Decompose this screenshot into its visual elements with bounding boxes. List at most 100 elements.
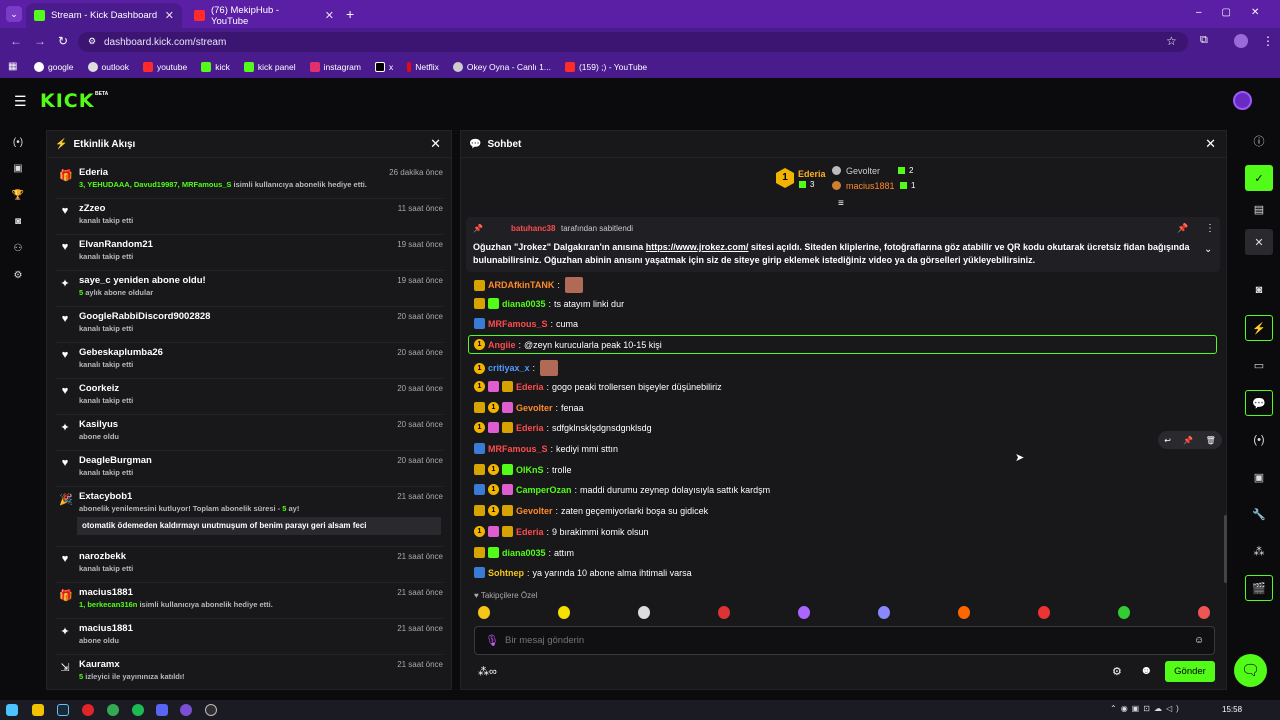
chat-message[interactable]: diana0035: ts atayım linki dur <box>474 298 624 309</box>
chat-message-input[interactable] <box>505 631 1185 650</box>
emote-button[interactable] <box>958 606 970 619</box>
extensions-icon[interactable]: ⧉ <box>1200 34 1208 47</box>
pinned-link[interactable]: https://www.jrokez.com/ <box>646 242 749 252</box>
emote-button[interactable] <box>1198 606 1210 619</box>
close-chat-icon[interactable]: ✕ <box>1205 136 1216 152</box>
steam-icon[interactable] <box>57 704 69 716</box>
activity-user[interactable]: DeagleBurgman <box>79 455 152 466</box>
chat-settings-icon[interactable]: ⚙ <box>1112 665 1122 678</box>
activity-user[interactable]: GoogleRabbiDiscord9002828 <box>79 311 210 322</box>
new-tab-button[interactable]: + <box>346 6 354 22</box>
gifter-rank-3-name[interactable]: macius1881 <box>846 181 895 191</box>
mic-icon[interactable]: 🎙 <box>485 634 499 647</box>
stream-icon[interactable]: (•) <box>10 134 26 150</box>
trophy-icon[interactable]: 🏆 <box>10 187 26 203</box>
activity-user[interactable]: macius1881 <box>79 587 133 598</box>
users-icon[interactable]: ⚇ <box>10 240 26 256</box>
delete-icon[interactable]: 🗑 <box>1206 436 1216 445</box>
emote-button[interactable] <box>1038 606 1050 619</box>
chat-message[interactable]: MRFamous_S: cuma <box>474 318 578 329</box>
chat-username[interactable]: diana0035 <box>502 548 546 558</box>
user-avatar[interactable] <box>1233 91 1252 110</box>
activity-user[interactable]: Ederia <box>79 167 108 178</box>
site-info-icon[interactable]: ⚙ <box>88 36 96 47</box>
activity-user[interactable]: Extacybob1 <box>79 491 132 502</box>
emote-button[interactable] <box>718 606 730 619</box>
chat-username[interactable]: MRFamous_S <box>488 319 548 329</box>
chat-username[interactable]: diana0035 <box>502 299 546 309</box>
chat-message[interactable]: 1 critiyax_x: <box>474 360 559 376</box>
activity-user[interactable]: ElvanRandom21 <box>79 239 153 250</box>
dashboard-icon[interactable]: ▣ <box>10 160 26 176</box>
layout-icon[interactable]: ▤ <box>1245 196 1273 222</box>
chat-message[interactable]: Sohtnep: ya yarında 10 abone alma ihtimal… <box>474 567 692 578</box>
emote-button[interactable] <box>878 606 890 619</box>
activity-user[interactable]: saye_c yeniden abone oldu! <box>79 275 206 286</box>
stream-manager-icon[interactable]: ▣ <box>1245 464 1273 490</box>
bookmark-youtube-2[interactable]: (159) ;) - YouTube <box>564 62 647 72</box>
bookmark-google[interactable]: google <box>34 62 74 72</box>
windows-start-icon[interactable] <box>6 704 18 716</box>
broadcast-icon[interactable]: (•) <box>1245 427 1273 453</box>
activity-user[interactable]: Kasilyus <box>79 419 118 430</box>
spotify-icon[interactable] <box>132 704 144 716</box>
bookmark-youtube[interactable]: youtube <box>142 62 187 72</box>
bookmark-star-icon[interactable]: ☆ <box>1166 34 1177 48</box>
activity-user[interactable]: Gebeskaplumba26 <box>79 347 163 358</box>
tab-search-button[interactable]: ⌄ <box>6 6 22 22</box>
forward-icon[interactable]: → <box>34 34 46 48</box>
expand-leaderboard-icon[interactable]: ≡ <box>838 198 844 209</box>
chat-scrollbar[interactable] <box>1224 515 1227 583</box>
close-activity-icon[interactable]: ✕ <box>430 136 441 152</box>
discord-icon[interactable] <box>156 704 168 716</box>
pin-message-icon[interactable]: 📌 <box>1183 436 1193 445</box>
activity-user[interactable]: zZzeo <box>79 203 105 214</box>
support-chat-icon[interactable]: 🗨 <box>1234 654 1267 687</box>
apps-grid-icon[interactable]: ▦ <box>8 61 17 72</box>
chat-username[interactable]: Gevolter <box>516 403 553 413</box>
bookmark-x[interactable]: x <box>374 62 393 72</box>
obs-icon[interactable] <box>205 704 217 716</box>
clapper-icon[interactable]: 🎬 <box>1245 575 1273 601</box>
reload-icon[interactable]: ↻ <box>58 34 68 48</box>
gifter-rank-2-name[interactable]: Gevolter <box>846 166 880 176</box>
pinned-more-icon[interactable]: ⋮ <box>1205 223 1215 234</box>
share-icon[interactable]: ⁂ <box>1245 538 1273 564</box>
back-icon[interactable]: ← <box>10 34 22 48</box>
file-explorer-icon[interactable] <box>32 704 44 716</box>
chat-message[interactable]: ARDAfkinTANK: <box>474 277 583 293</box>
chat-username[interactable]: Sohtnep <box>488 568 524 578</box>
kick-logo[interactable]: KICK <box>40 90 94 112</box>
chat-toggle-icon[interactable]: 💬 <box>1245 390 1273 416</box>
chat-username[interactable]: Angiie <box>488 340 516 350</box>
close-tab-icon[interactable]: ✕ <box>325 9 334 22</box>
hamburger-menu-icon[interactable]: ☰ <box>14 93 27 110</box>
close-layout-icon[interactable]: ✕ <box>1245 229 1273 255</box>
settings-icon[interactable]: ⚙ <box>10 267 26 283</box>
bookmark-instagram[interactable]: instagram <box>309 62 361 72</box>
chat-username[interactable]: ARDAfkinTANK <box>488 280 554 290</box>
chat-message[interactable]: 1 OlKnS: trolle <box>474 464 572 475</box>
close-tab-icon[interactable]: ✕ <box>165 9 174 22</box>
chat-username[interactable]: critiyax_x <box>488 363 530 373</box>
chat-message[interactable]: 1 Angiie: @zeyn kurucularla peak 10-15 kiş… <box>474 339 662 350</box>
pinned-by-user[interactable]: batuhanc38 <box>511 224 555 233</box>
chat-message[interactable]: diana0035: attım <box>474 547 574 558</box>
unpin-icon[interactable]: 📌 <box>1177 223 1188 234</box>
tab-kick-dashboard[interactable]: Stream - Kick Dashboard ✕ <box>26 3 182 28</box>
chat-username[interactable]: Ederia <box>516 382 544 392</box>
wrench-icon[interactable]: 🔧 <box>1245 501 1273 527</box>
profile-avatar[interactable] <box>1234 34 1248 48</box>
emote-button[interactable] <box>798 606 810 619</box>
activity-user[interactable]: narozbekk <box>79 551 126 562</box>
chat-tools-icon[interactable]: ⁂∞ <box>478 665 497 678</box>
activity-user[interactable]: macius1881 <box>79 623 133 634</box>
chat-username[interactable]: OlKnS <box>516 465 544 475</box>
bookmark-kick-panel[interactable]: kick panel <box>243 62 296 72</box>
chat-message[interactable]: 1 CamperOzan: maddi durumu zeynep dolayısı… <box>474 484 770 495</box>
chat-username[interactable]: Gevolter <box>516 506 553 516</box>
chat-message[interactable]: 1 Ederia:9 bırakimmi komik olsun <box>474 526 649 537</box>
bookmark-okey[interactable]: Okey Oyna - Canlı 1... <box>452 62 551 72</box>
activity-toggle-icon[interactable]: ⚡ <box>1245 315 1273 341</box>
chat-message[interactable]: MRFamous_S: kediyi mmi sttın <box>474 443 618 454</box>
